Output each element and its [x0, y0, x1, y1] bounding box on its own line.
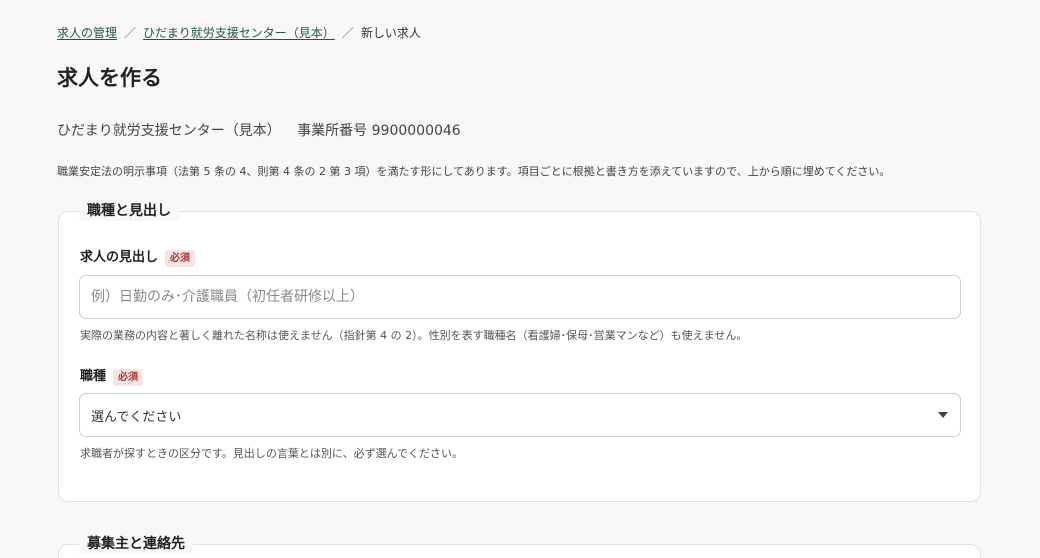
- breadcrumb: 求人の管理 ／ ひだまり就労支援センター（見本） ／ 新しい求人: [57, 24, 421, 42]
- page-title: 求人を作る: [57, 66, 162, 90]
- required-badge: 必須: [165, 249, 196, 267]
- section-legend: 募集主と連絡先: [79, 534, 193, 554]
- section-job-and-headline: 職種と見出し 求人の見出し 必須 実際の業務の内容と著しく離れた名称は使えません…: [58, 201, 981, 502]
- chevron-down-icon: [938, 412, 948, 418]
- occupation-label-text: 職種: [80, 369, 107, 384]
- occupation-select-value: 選んでください: [91, 409, 182, 425]
- headline-label-text: 求人の見出し: [80, 250, 159, 265]
- section-legend: 職種と見出し: [79, 201, 179, 221]
- headline-input[interactable]: [79, 275, 961, 319]
- headline-hint: 実際の業務の内容と著しく離れた名称は使えません（指針第 4 の 2）。性別を表す…: [80, 329, 748, 342]
- headline-label: 求人の見出し 必須: [80, 249, 196, 267]
- page: 求人の管理 ／ ひだまり就労支援センター（見本） ／ 新しい求人 求人を作る ひ…: [0, 0, 1040, 558]
- occupation-select[interactable]: 選んでください: [79, 393, 961, 437]
- intro-text: 職業安定法の明示事項（法第 5 条の 4、則第 4 条の 2 第 3 項）を満た…: [57, 165, 891, 178]
- office-info: ひだまり就労支援センター（見本） 事業所番号 9900000046: [57, 121, 461, 141]
- breadcrumb-link-office[interactable]: ひだまり就労支援センター（見本）: [143, 24, 335, 42]
- breadcrumb-link-job-management[interactable]: 求人の管理: [57, 24, 117, 42]
- breadcrumb-separator: ／: [124, 26, 137, 40]
- office-name: ひだまり就労支援センター（見本）: [57, 123, 281, 139]
- occupation-hint: 求職者が探すときの区分です。見出しの言葉とは別に、必ず選んでください。: [80, 447, 464, 460]
- breadcrumb-current: 新しい求人: [360, 26, 421, 40]
- office-number: 9900000046: [371, 123, 461, 139]
- section-employer-and-contact: 募集主と連絡先: [58, 534, 981, 558]
- breadcrumb-separator: ／: [341, 26, 354, 40]
- required-badge: 必須: [113, 368, 144, 386]
- office-number-label: 事業所番号: [297, 123, 368, 139]
- occupation-label: 職種 必須: [80, 368, 144, 386]
